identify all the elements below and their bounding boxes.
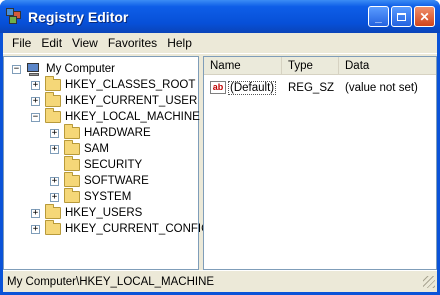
value-type: REG_SZ [288, 81, 335, 94]
collapse-icon[interactable]: − [31, 112, 40, 122]
title-bar[interactable]: Registry Editor _ ✕ [0, 0, 440, 33]
minimize-button[interactable]: _ [368, 6, 389, 27]
tree-item-hkey-current-config[interactable]: + HKEY_CURRENT_CONFIG [31, 220, 211, 237]
menu-edit[interactable]: Edit [36, 36, 67, 50]
tree-item-system[interactable]: + SYSTEM [50, 188, 132, 205]
column-header-name[interactable]: Name [204, 57, 282, 74]
tree-item-hkey-users[interactable]: + HKEY_USERS [31, 204, 143, 221]
open-folder-icon [45, 108, 61, 123]
menu-help[interactable]: Help [162, 36, 197, 50]
close-icon: ✕ [419, 9, 430, 24]
tree-item-label: HKEY_LOCAL_MACHINE [65, 111, 200, 123]
menu-file[interactable]: File [7, 36, 36, 50]
value-name-cell: ab (Default) [204, 80, 282, 95]
expand-icon[interactable]: + [31, 96, 40, 106]
folder-icon [45, 92, 61, 107]
maximize-icon [397, 12, 406, 21]
tree-item-sam[interactable]: + SAM [50, 140, 109, 157]
tree-item-hardware[interactable]: + HARDWARE [50, 124, 151, 141]
tree-item-label: My Computer [46, 63, 116, 75]
folder-icon [64, 188, 80, 203]
tree-item-label: SECURITY [84, 159, 143, 171]
column-header-data[interactable]: Data [339, 57, 436, 74]
menu-view[interactable]: View [67, 36, 103, 50]
registry-tree[interactable]: − My Computer + HKEY_CLASSES_ROOT + HKEY… [3, 56, 210, 270]
status-path: My Computer\HKEY_LOCAL_MACHINE [7, 275, 215, 288]
tree-item-my-computer[interactable]: − My Computer [12, 61, 115, 77]
computer-icon [26, 62, 42, 76]
window-title: Registry Editor [28, 8, 129, 25]
folder-icon [64, 172, 80, 187]
status-bar: My Computer\HKEY_LOCAL_MACHINE [3, 270, 437, 292]
tree-item-software[interactable]: + SOFTWARE [50, 172, 149, 189]
value-name: (Default) [228, 80, 277, 95]
value-data: (value not set) [345, 81, 418, 94]
list-row[interactable]: ab (Default) REG_SZ (value not set) [204, 79, 436, 96]
expand-icon[interactable]: + [50, 128, 59, 138]
expand-icon[interactable]: + [31, 224, 40, 234]
folder-icon [45, 204, 61, 219]
folder-icon [45, 220, 61, 235]
column-header-type[interactable]: Type [282, 57, 339, 74]
values-list[interactable]: Name Type Data ab (Default) REG_SZ (valu… [203, 56, 437, 270]
maximize-button[interactable] [391, 6, 412, 27]
expand-icon[interactable]: + [50, 192, 59, 202]
minimize-icon: _ [375, 9, 382, 24]
folder-icon [64, 140, 80, 155]
expand-icon[interactable]: + [31, 80, 40, 90]
tree-item-hkey-classes-root[interactable]: + HKEY_CLASSES_ROOT [31, 76, 196, 93]
resize-grip-icon[interactable] [423, 275, 435, 288]
tree-item-label: SOFTWARE [84, 175, 149, 187]
expand-icon[interactable]: + [31, 208, 40, 218]
expand-icon[interactable]: + [50, 176, 59, 186]
tree-item-label: HKEY_USERS [65, 207, 143, 219]
registry-app-icon [6, 8, 23, 25]
tree-item-label: SYSTEM [84, 191, 132, 203]
registry-editor-window: Registry Editor _ ✕ File Edit View Favor… [0, 0, 440, 295]
tree-item-label: SAM [84, 143, 109, 155]
folder-icon [64, 156, 80, 171]
list-header: Name Type Data [204, 57, 436, 75]
tree-item-label: HKEY_CURRENT_CONFIG [65, 223, 211, 235]
menu-bar: File Edit View Favorites Help [3, 33, 437, 54]
menu-favorites[interactable]: Favorites [103, 36, 162, 50]
tree-item-label: HKEY_CLASSES_ROOT [65, 79, 196, 91]
tree-item-hkey-current-user[interactable]: + HKEY_CURRENT_USER [31, 92, 198, 109]
tree-item-label: HARDWARE [84, 127, 151, 139]
expand-icon[interactable]: + [50, 144, 59, 154]
tree-item-security[interactable]: SECURITY [64, 156, 143, 173]
folder-icon [64, 124, 80, 139]
tree-item-label: HKEY_CURRENT_USER [65, 95, 198, 107]
client-area: File Edit View Favorites Help − My Compu… [3, 33, 437, 292]
folder-icon [45, 76, 61, 91]
tree-item-hkey-local-machine[interactable]: − HKEY_LOCAL_MACHINE [31, 108, 200, 125]
collapse-icon[interactable]: − [12, 64, 21, 74]
close-button[interactable]: ✕ [414, 6, 435, 27]
string-value-icon: ab [210, 81, 226, 94]
